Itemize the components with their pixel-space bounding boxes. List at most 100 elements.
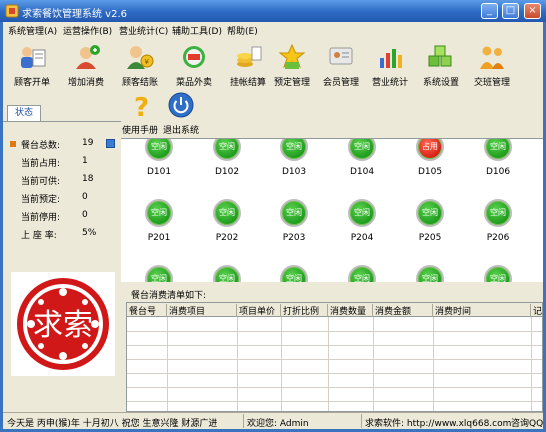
table-state: 空闲: [354, 208, 370, 217]
table-state: 空闲: [219, 208, 235, 217]
contact-qq[interactable]: 咨询QQ: [511, 416, 543, 429]
table-name: D106: [485, 167, 511, 177]
tool-system-settings[interactable]: 系统设置: [414, 40, 468, 88]
open-order-icon: [21, 47, 46, 68]
credit-settle-icon: [237, 46, 262, 67]
column-header[interactable]: 餐台号: [127, 304, 167, 317]
stat-row: 当前停用: 0: [3, 208, 121, 224]
dining-table[interactable]: 空闲: [264, 265, 324, 282]
reservation-icon: [278, 44, 306, 69]
tab-status[interactable]: 状态: [7, 105, 41, 121]
table-name: D105: [417, 167, 443, 177]
tool-label: 营业统计: [371, 78, 408, 88]
column-header[interactable]: 记: [531, 304, 542, 317]
maximize-button[interactable]: □: [502, 3, 519, 19]
tool-checkout[interactable]: ¥ 顾客结账: [113, 40, 167, 88]
table-state: 空闲: [490, 274, 506, 282]
menu-statistics[interactable]: 营业统计(C): [119, 24, 168, 37]
menu-help[interactable]: 帮助(E): [227, 24, 258, 37]
dining-table[interactable]: 空闲 P204: [332, 199, 392, 249]
tool-statistics[interactable]: 营业统计: [363, 40, 417, 88]
tool-exit[interactable]: 退出系统: [154, 88, 208, 136]
tool-reservation[interactable]: 预定管理: [265, 40, 319, 88]
table-state: 空闲: [354, 274, 370, 282]
grid-line: [127, 331, 542, 332]
stat-row: 当前占用: 1: [3, 154, 121, 170]
table-state: 占用: [422, 142, 438, 151]
collapse-icon[interactable]: [106, 139, 115, 148]
tool-label: 增加消费: [67, 78, 104, 88]
dining-table[interactable]: 空闲: [400, 265, 460, 282]
power-exit-icon: [168, 92, 194, 118]
status-separator: [361, 414, 362, 428]
status-bar: 今天是 丙申(猴)年 十月初八 祝您 生意兴隆 财源广进 欢迎您: Admin …: [3, 412, 543, 429]
dining-table[interactable]: 空闲 D103: [264, 139, 324, 183]
grid-line: [127, 373, 542, 374]
minimize-button[interactable]: _: [481, 3, 498, 19]
seal-text: 求索: [33, 308, 93, 343]
dining-table[interactable]: 空闲: [197, 265, 257, 282]
dining-table[interactable]: 空闲: [332, 265, 392, 282]
menu-system[interactable]: 系统管理(A): [8, 24, 57, 37]
dining-table[interactable]: 空闲 D102: [197, 139, 257, 183]
grid-line: [328, 317, 329, 411]
dining-table[interactable]: 空闲 P206: [468, 199, 528, 249]
menu-tools[interactable]: 辅助工具(D): [172, 24, 222, 37]
stat-value: 0: [82, 192, 88, 202]
table-name: P204: [350, 233, 374, 243]
consumption-title: 餐台消费清单如下:: [131, 291, 207, 301]
table-state: 空闲: [354, 142, 370, 151]
dining-table[interactable]: 占用 D105: [400, 139, 460, 183]
table-state: 空闲: [151, 208, 167, 217]
dining-table[interactable]: 空闲 P205: [400, 199, 460, 249]
title-bar: 求索餐饮管理系统 v2.6 _ □ ×: [0, 0, 546, 22]
tool-open-order[interactable]: 顾客开单: [5, 40, 59, 88]
column-header[interactable]: 消费金额: [373, 304, 433, 317]
table-state: 空闲: [151, 274, 167, 282]
grid-line: [127, 359, 542, 360]
paper-cut-seal: 求索: [11, 272, 115, 376]
tool-add-consumption[interactable]: 增加消费: [59, 40, 113, 88]
dining-table[interactable]: 空闲 D106: [468, 139, 528, 183]
column-header[interactable]: 消费项目: [167, 304, 237, 317]
stat-label: 当前预定:: [21, 195, 61, 205]
stat-value: 0: [82, 210, 88, 220]
software-site[interactable]: 求索软件: http://www.xlq668.com: [365, 416, 511, 429]
table-name: P205: [418, 233, 442, 243]
table-name: P206: [486, 233, 510, 243]
tool-takeout[interactable]: 菜品外卖: [167, 40, 221, 88]
column-header[interactable]: 消费数量: [328, 304, 373, 317]
table-name: D103: [281, 167, 307, 177]
dining-table[interactable]: 空闲 D104: [332, 139, 392, 183]
takeout-sale-icon: [183, 46, 205, 68]
dining-table[interactable]: 空闲: [468, 265, 528, 282]
date-greeting: 今天是 丙申(猴)年 十月初八 祝您 生意兴隆 财源广进: [7, 419, 218, 429]
tool-member[interactable]: 会员管理: [314, 40, 368, 88]
table-state: 空闲: [219, 142, 235, 151]
dining-table[interactable]: 空闲 P202: [197, 199, 257, 249]
dining-table[interactable]: 空闲 D101: [129, 139, 189, 183]
stat-value: 18: [82, 174, 94, 184]
dining-table[interactable]: 空闲 P201: [129, 199, 189, 249]
table-state: 空闲: [286, 274, 302, 282]
stat-row: 餐台总数: 19: [3, 136, 121, 152]
tool-shift-handover[interactable]: 交班管理: [465, 40, 519, 88]
dining-table[interactable]: 空闲: [129, 265, 189, 282]
help-manual-icon: ?: [134, 93, 149, 118]
tool-label: 菜品外卖: [175, 78, 212, 88]
table-state: 空闲: [422, 274, 438, 282]
menu-bar: 系统管理(A) 运营操作(B) 营业统计(C) 辅助工具(D) 帮助(E): [3, 22, 543, 38]
table-grid: 空闲 D101 空闲 D102 空闲 D103 空闲 D104 占用 D105 空闲 D106 空闲 P2…: [121, 138, 543, 282]
column-header[interactable]: 消费时间: [433, 304, 531, 317]
close-button[interactable]: ×: [524, 3, 541, 19]
menu-operations[interactable]: 运营操作(B): [63, 24, 112, 37]
column-header[interactable]: 打折比例: [281, 304, 328, 317]
add-consumption-icon: [76, 45, 100, 69]
table-name: D102: [214, 167, 240, 177]
stats-chart-icon: [380, 49, 402, 68]
grid-line: [433, 317, 434, 411]
column-header[interactable]: 项目单价: [237, 304, 281, 317]
stat-label: 当前占用:: [21, 159, 61, 169]
stat-row: 上 座 率: 5%: [3, 226, 121, 242]
dining-table[interactable]: 空闲 P203: [264, 199, 324, 249]
